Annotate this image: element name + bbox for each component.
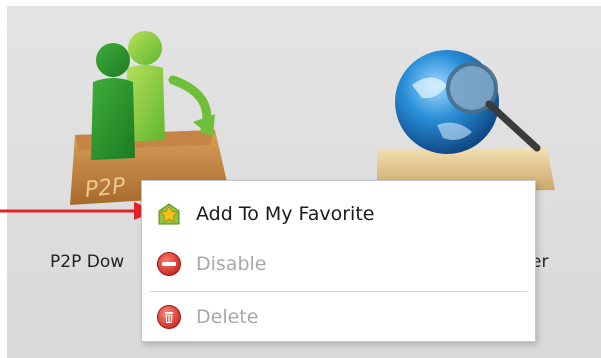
trash-icon bbox=[156, 304, 182, 330]
menu-item-label: Disable bbox=[196, 253, 267, 275]
p2p-downloader-label[interactable]: P2P Dow bbox=[50, 252, 124, 272]
pointer-arrow bbox=[0, 199, 160, 223]
context-menu: Add To My Favorite Disable Delete bbox=[141, 180, 536, 342]
menu-item-delete[interactable]: Delete bbox=[142, 294, 535, 340]
screenshot-stage: P2P P2P Dow er Add To My Favorite Disabl… bbox=[0, 0, 601, 358]
disable-icon bbox=[156, 251, 182, 277]
menu-item-disable[interactable]: Disable bbox=[142, 241, 535, 287]
menu-item-label: Add To My Favorite bbox=[196, 203, 375, 225]
menu-item-add-to-favorite[interactable]: Add To My Favorite bbox=[142, 191, 535, 237]
star-favorite-icon bbox=[156, 201, 182, 227]
menu-item-label: Delete bbox=[196, 306, 259, 328]
menu-separator bbox=[150, 291, 527, 293]
